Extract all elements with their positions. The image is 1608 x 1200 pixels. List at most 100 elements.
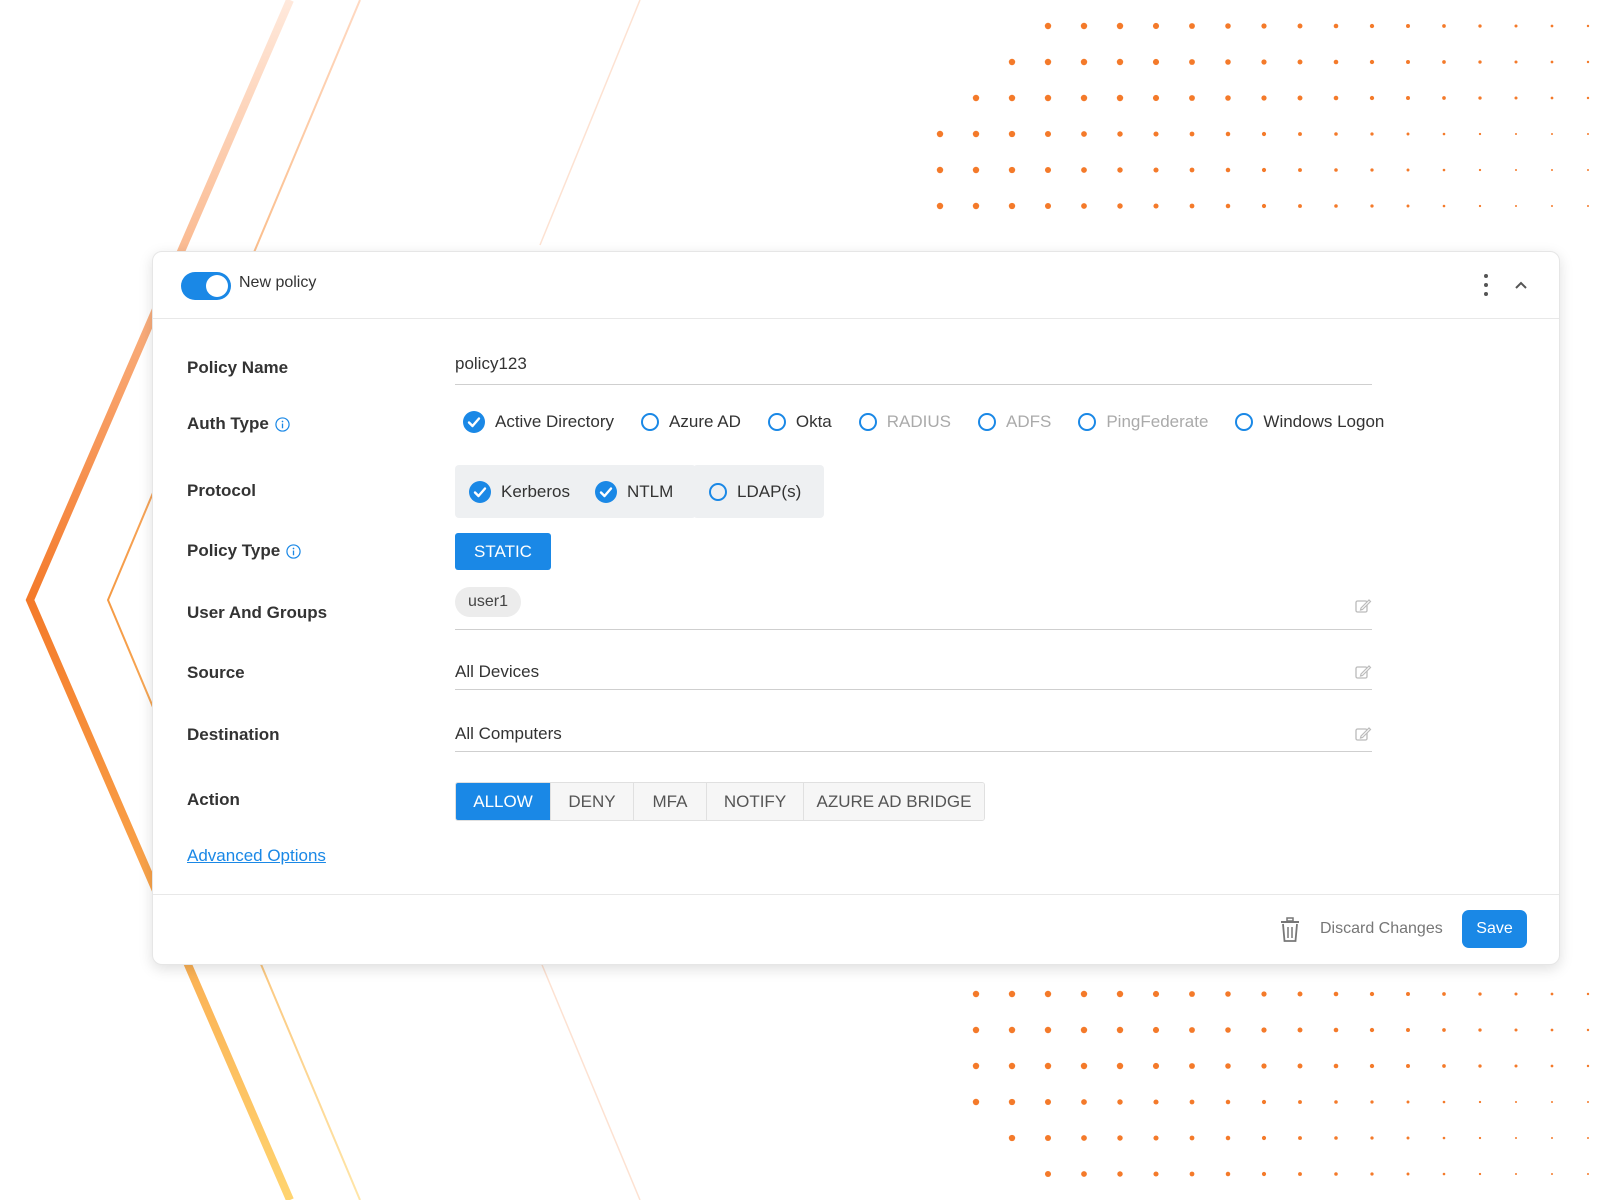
chevron-up-icon[interactable] — [1511, 276, 1531, 296]
decor-dot — [1442, 992, 1446, 996]
decor-dot — [1478, 1100, 1482, 1104]
decor-dot — [1116, 990, 1124, 998]
auth-type-pingfederate-label: PingFederate — [1106, 412, 1209, 431]
protocol-ntlm-label: NTLM — [626, 481, 674, 501]
auth-type-active-directory-option[interactable]: Active Directory — [455, 411, 614, 433]
protocol-ldap-s-label: LDAP(s) — [737, 481, 802, 501]
policy-name-input[interactable]: policy123 — [455, 352, 1372, 385]
auth-type-okta-label: Okta — [795, 412, 832, 431]
decor-dot — [1044, 1134, 1052, 1142]
decor-dot — [1514, 60, 1518, 64]
edit-icon[interactable] — [1354, 597, 1372, 615]
decor-dot — [1044, 202, 1052, 210]
protocol-ntlm-option[interactable]: NTLM — [587, 480, 674, 503]
decor-dot — [1334, 1172, 1338, 1176]
user-chip[interactable]: user1 — [455, 587, 522, 617]
decor-dot — [1514, 1064, 1518, 1068]
decor-dot — [1515, 205, 1517, 207]
decor-dot — [1225, 131, 1231, 137]
decor-dot — [1478, 96, 1482, 100]
decor-dot — [1333, 1063, 1339, 1069]
protocol-ldap-s-option[interactable]: LDAP(s) — [699, 482, 801, 502]
action-mfa-button[interactable]: MFA — [634, 783, 707, 820]
destination-field[interactable]: All Computers — [455, 719, 1372, 752]
decor-dot — [1333, 1027, 1339, 1033]
decor-dot — [1442, 60, 1446, 64]
decor-dot — [1514, 96, 1518, 100]
decor-dot — [1081, 1135, 1087, 1141]
decor-dot — [1117, 1171, 1123, 1177]
action-azure-ad-bridge-button[interactable]: AZURE AD BRIDGE — [804, 783, 984, 820]
decor-dot — [1008, 1098, 1016, 1106]
auth-type-radius-option[interactable]: RADIUS — [849, 412, 951, 432]
edit-icon[interactable] — [1354, 663, 1372, 681]
decor-dot — [1153, 131, 1159, 137]
edit-icon[interactable] — [1354, 725, 1372, 743]
auth-type-label-text: Auth Type — [187, 414, 269, 433]
discard-changes-button[interactable]: Discard Changes — [1320, 920, 1443, 938]
decor-dot — [1116, 94, 1124, 102]
decor-dot — [972, 130, 980, 138]
card-header: New policy — [153, 252, 1559, 319]
auth-type-adfs-option[interactable]: ADFS — [968, 412, 1051, 432]
decor-dot — [1587, 169, 1589, 171]
action-deny-button[interactable]: DENY — [551, 783, 634, 820]
protocol-kerberos-label: Kerberos — [501, 481, 570, 501]
decor-dot — [1008, 94, 1016, 102]
more-options-icon[interactable] — [1478, 274, 1494, 296]
decor-dot — [1478, 168, 1482, 172]
decor-dot — [1550, 1064, 1554, 1068]
decor-dot — [1515, 133, 1517, 135]
auth-type-pingfederate-option[interactable]: PingFederate — [1068, 412, 1208, 432]
policy-enabled-toggle[interactable] — [181, 272, 231, 300]
decor-dot — [1261, 1171, 1267, 1177]
advanced-options-link[interactable]: Advanced Options — [187, 846, 326, 866]
decor-dot — [1298, 168, 1302, 172]
action-allow-button[interactable]: ALLOW — [456, 783, 551, 820]
decor-dot — [1225, 23, 1231, 29]
decor-dot — [1080, 1026, 1088, 1034]
decor-dot — [1152, 1026, 1160, 1034]
decor-dot — [1370, 1100, 1374, 1104]
decor-dot — [1153, 1135, 1159, 1141]
decor-dot — [1550, 96, 1554, 100]
radio-circle-icon — [767, 413, 786, 431]
destination-value: All Computers — [455, 724, 562, 743]
policy-type-static-button[interactable]: STATIC — [455, 533, 551, 570]
decor-dot — [1586, 96, 1590, 100]
decor-dot — [1514, 24, 1518, 28]
decor-dot — [1550, 992, 1554, 996]
decor-dot — [1081, 203, 1087, 209]
decor-dot — [936, 166, 944, 174]
decor-dot — [1225, 95, 1231, 101]
decor-dot — [1333, 991, 1339, 997]
decor-dot — [1298, 1100, 1302, 1104]
decor-dot — [1478, 24, 1482, 28]
protocol-group-kerberos-ntlm: Kerberos NTLM — [455, 465, 697, 518]
decor-dot — [1587, 205, 1589, 207]
protocol-kerberos-option[interactable]: Kerberos — [461, 480, 570, 503]
auth-type-windows-logon-label: Windows Logon — [1263, 412, 1385, 431]
decor-dot — [1261, 991, 1267, 997]
auth-type-azure-ad-option[interactable]: Azure AD — [631, 412, 741, 432]
decor-dot — [1008, 130, 1016, 138]
source-field[interactable]: All Devices — [455, 657, 1372, 690]
action-notify-button[interactable]: NOTIFY — [707, 783, 804, 820]
destination-label: Destination — [187, 725, 280, 744]
decor-dot — [1333, 23, 1339, 29]
info-icon[interactable] — [286, 543, 301, 559]
auth-type-windows-logon-option[interactable]: Windows Logon — [1225, 412, 1384, 432]
info-icon[interactable] — [275, 416, 290, 432]
users-groups-field[interactable]: user1 — [455, 585, 1372, 630]
decor-dot — [1261, 23, 1267, 29]
decor-dot — [1406, 168, 1410, 172]
decor-dot — [1551, 1101, 1553, 1103]
users-groups-label: User And Groups — [187, 603, 328, 622]
decor-dot — [1116, 1026, 1124, 1034]
save-button[interactable]: Save — [1462, 910, 1527, 948]
decor-dot — [1044, 130, 1052, 138]
decor-dot — [1442, 168, 1446, 172]
trash-icon[interactable] — [1278, 917, 1302, 943]
auth-type-okta-option[interactable]: Okta — [758, 412, 832, 432]
decor-dot — [1334, 132, 1338, 136]
